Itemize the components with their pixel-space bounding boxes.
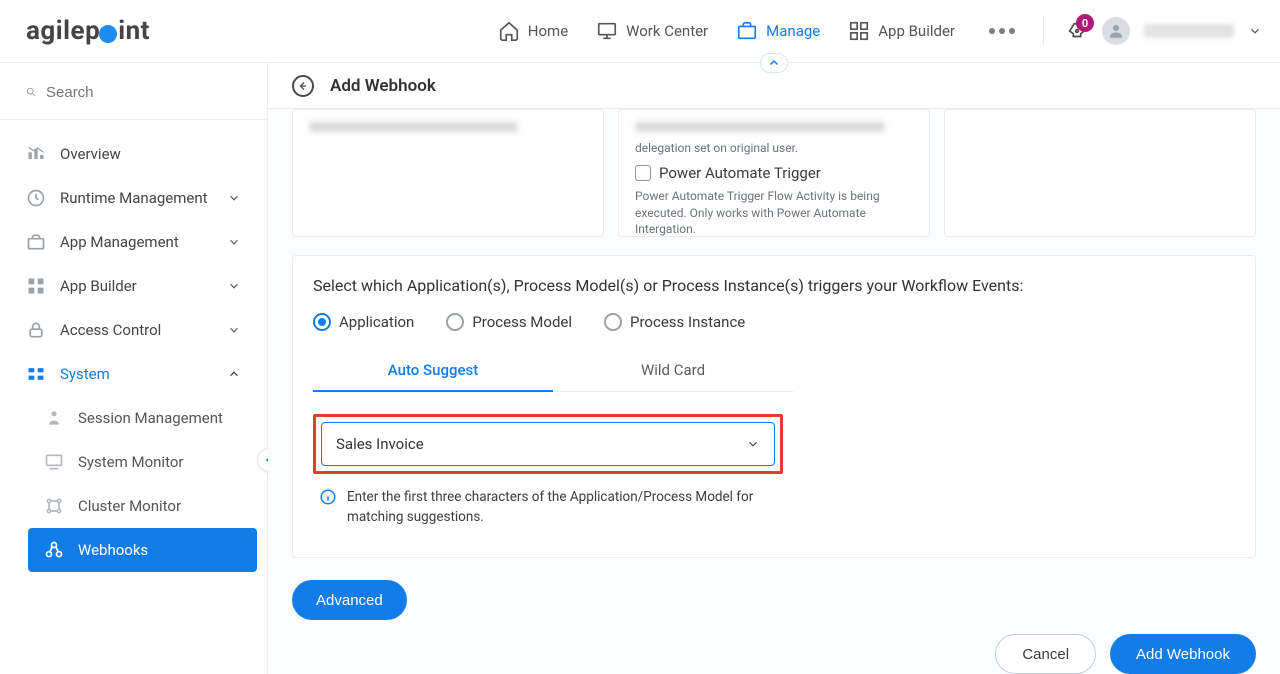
trigger-panel: Select which Application(s), Process Mod… — [292, 255, 1256, 558]
chevron-down-icon — [227, 191, 241, 205]
user-menu-chevron[interactable] — [1248, 24, 1262, 38]
search-input[interactable] — [46, 84, 245, 101]
radio-application[interactable]: Application — [313, 313, 414, 331]
monitor-icon — [44, 452, 64, 472]
cancel-button[interactable]: Cancel — [995, 634, 1096, 674]
notifications-button[interactable]: 0 — [1066, 20, 1088, 42]
sidebar-item-label: System — [60, 365, 110, 383]
back-button[interactable] — [292, 75, 314, 97]
sidebar-sub-system-monitor[interactable]: System Monitor — [28, 440, 257, 484]
tab-wild-card[interactable]: Wild Card — [553, 349, 793, 391]
application-dropdown-highlight: Sales Invoice — [313, 414, 783, 474]
webhook-icon — [44, 540, 64, 560]
info-icon — [319, 488, 337, 506]
radio-process-model-label: Process Model — [472, 313, 572, 331]
nav-home-label: Home — [528, 22, 568, 40]
logo: agilepint — [26, 16, 150, 46]
nav-manage[interactable]: Manage — [736, 20, 820, 42]
advanced-button-label: Advanced — [316, 592, 383, 609]
chevron-up-icon — [227, 367, 241, 381]
sidebar-item-system[interactable]: System — [10, 352, 257, 396]
nav-work-center-label: Work Center — [626, 22, 708, 40]
nav-app-builder-label: App Builder — [878, 22, 955, 40]
sidebar-sub-label: Webhooks — [78, 541, 148, 559]
header-collapse-button[interactable] — [760, 53, 788, 73]
radio-process-instance-label: Process Instance — [630, 313, 745, 331]
nav-more[interactable] — [983, 28, 1021, 34]
sidebar-item-access-control[interactable]: Access Control — [10, 308, 257, 352]
sidebar-sub-label: System Monitor — [78, 453, 183, 471]
chevron-down-icon — [746, 437, 760, 451]
system-icon — [26, 364, 46, 384]
chart-icon — [26, 144, 46, 164]
sidebar: Overview Runtime Management App Manageme… — [0, 63, 268, 674]
logo-dot — [99, 25, 117, 43]
sidebar-sub-cluster-monitor[interactable]: Cluster Monitor — [28, 484, 257, 528]
chevron-up-icon — [768, 57, 780, 69]
briefcase-icon — [26, 232, 46, 252]
user-icon — [1107, 22, 1125, 40]
cancel-button-label: Cancel — [1022, 646, 1069, 663]
arrow-left-icon — [297, 80, 309, 92]
sidebar-item-label: App Management — [60, 233, 179, 251]
chevron-down-icon — [227, 235, 241, 249]
hint-text: Enter the first three characters of the … — [347, 488, 789, 527]
power-automate-label: Power Automate Trigger — [659, 163, 821, 184]
chevron-down-icon — [227, 279, 241, 293]
sidebar-sub-label: Cluster Monitor — [78, 497, 181, 515]
radio-application-label: Application — [339, 313, 414, 331]
sidebar-item-label: App Builder — [60, 277, 137, 295]
lock-icon — [26, 320, 46, 340]
tab-wild-card-label: Wild Card — [641, 361, 705, 379]
nav-app-builder[interactable]: App Builder — [848, 20, 955, 42]
sidebar-item-app-builder[interactable]: App Builder — [10, 264, 257, 308]
application-dropdown[interactable]: Sales Invoice — [321, 422, 775, 466]
power-automate-checkbox[interactable] — [635, 165, 651, 181]
sidebar-sub-label: Session Management — [78, 409, 223, 427]
cluster-icon — [44, 496, 64, 516]
sidebar-sub-webhooks[interactable]: Webhooks — [28, 528, 257, 572]
card-desc-text: delegation set on original user. — [635, 140, 913, 157]
event-card-3 — [944, 109, 1256, 237]
nav-work-center[interactable]: Work Center — [596, 20, 708, 42]
notification-badge: 0 — [1076, 14, 1094, 32]
sidebar-item-label: Runtime Management — [60, 189, 208, 207]
tab-auto-suggest[interactable]: Auto Suggest — [313, 349, 553, 391]
sidebar-item-app-management[interactable]: App Management — [10, 220, 257, 264]
sidebar-item-label: Overview — [60, 145, 121, 163]
event-card-2: delegation set on original user. Power A… — [618, 109, 930, 237]
sidebar-sub-session-management[interactable]: Session Management — [28, 396, 257, 440]
username — [1144, 24, 1234, 38]
avatar[interactable] — [1102, 17, 1130, 45]
grid-icon — [26, 276, 46, 296]
add-webhook-button-label: Add Webhook — [1136, 646, 1230, 663]
page-title: Add Webhook — [330, 76, 436, 96]
radio-process-instance[interactable]: Process Instance — [604, 313, 745, 331]
add-webhook-button[interactable]: Add Webhook — [1110, 634, 1256, 674]
chevron-down-icon — [227, 323, 241, 337]
nav-home[interactable]: Home — [498, 20, 568, 42]
nav-manage-label: Manage — [766, 22, 820, 40]
event-card-1 — [292, 109, 604, 237]
clock-icon — [26, 188, 46, 208]
power-automate-desc: Power Automate Trigger Flow Activity is … — [635, 188, 913, 237]
sidebar-item-label: Access Control — [60, 321, 161, 339]
search-icon — [26, 83, 36, 101]
radio-process-model[interactable]: Process Model — [446, 313, 572, 331]
application-dropdown-value: Sales Invoice — [336, 435, 424, 453]
sidebar-item-runtime-management[interactable]: Runtime Management — [10, 176, 257, 220]
advanced-button[interactable]: Advanced — [292, 580, 407, 620]
search-field[interactable] — [0, 69, 267, 120]
sidebar-item-overview[interactable]: Overview — [10, 132, 257, 176]
panel-title: Select which Application(s), Process Mod… — [313, 276, 1235, 295]
user-session-icon — [44, 408, 64, 428]
tab-auto-suggest-label: Auto Suggest — [388, 361, 478, 379]
